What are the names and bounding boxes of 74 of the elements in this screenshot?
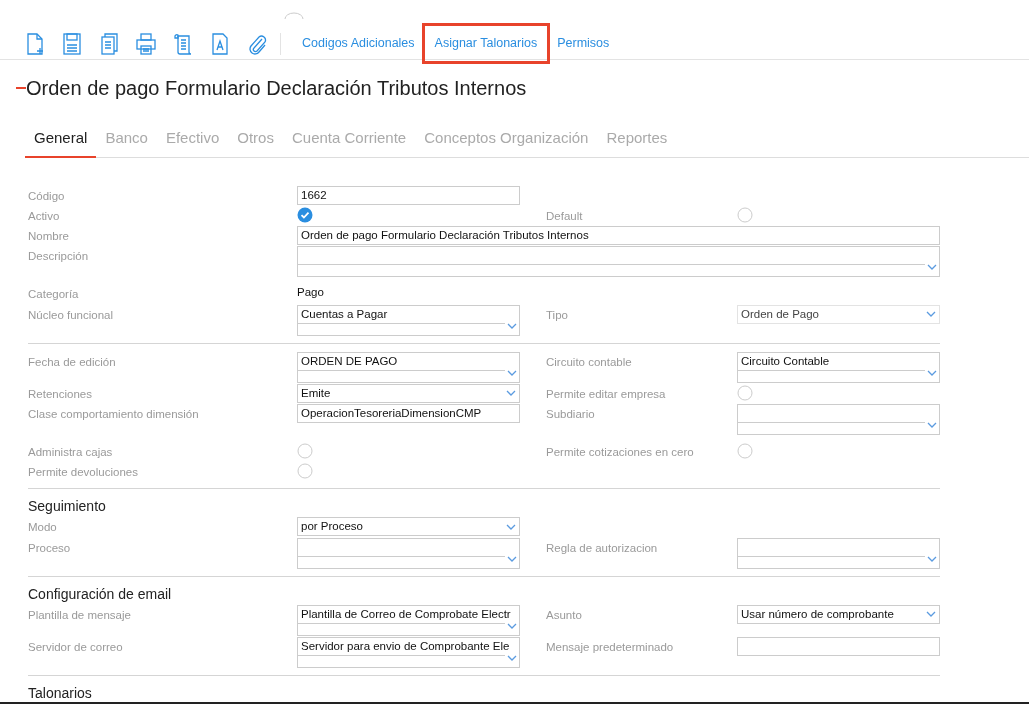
field-label: Tipo	[546, 307, 569, 323]
select-field[interactable]: por Proceso	[297, 517, 520, 537]
section-heading: Seguimiento	[28, 497, 107, 516]
checkbox[interactable]	[737, 442, 753, 459]
chevron-down-icon	[507, 622, 517, 629]
checkbox[interactable]	[297, 442, 313, 459]
checkbox[interactable]	[737, 206, 753, 223]
dropdown-field[interactable]: Plantilla de Correo de Comprobate Electr	[297, 604, 520, 636]
print-icon[interactable]	[136, 32, 156, 55]
field-label: Mensaje predeterminado	[546, 639, 675, 655]
new-document-icon[interactable]	[25, 32, 45, 55]
section-heading: Talonarios	[28, 683, 93, 702]
chevron-down-icon	[926, 311, 936, 317]
dropdown-field[interactable]	[297, 246, 940, 278]
arc-icon	[284, 12, 304, 20]
save-icon[interactable]	[62, 32, 82, 55]
field-label: Servidor de correo	[28, 639, 124, 655]
letter-document-icon[interactable]	[210, 32, 230, 55]
select-field[interactable]: Usar número de comprobante	[737, 604, 940, 624]
chevron-down-icon	[506, 523, 516, 530]
chevron-down-icon	[507, 369, 517, 376]
field-label: Subdiario	[546, 406, 596, 422]
chevron-down-icon	[506, 390, 516, 396]
dropdown-field[interactable]: Circuito Contable	[737, 351, 940, 383]
field-label: Circuito contable	[546, 354, 633, 370]
dropdown-field[interactable]: ORDEN DE PAGO	[297, 351, 520, 383]
page-title: Orden de pago Formulario Declaración Tributos Internos	[26, 76, 527, 101]
field-label: Asunto	[546, 607, 583, 623]
chevron-down-icon	[507, 555, 517, 562]
field-label: Permite cotizaciones en cero	[546, 444, 695, 460]
checkbox[interactable]	[297, 206, 313, 223]
field-label: Plantilla de mensaje	[28, 607, 132, 623]
checkbox[interactable]	[737, 384, 753, 401]
field-label: Núcleo funcional	[28, 307, 115, 323]
text-field[interactable]: 1662	[297, 185, 520, 205]
documents-icon[interactable]	[99, 32, 119, 55]
field-label: Permite editar empresa	[546, 386, 667, 402]
toolbar-link[interactable]: Asignar Talonarios	[421, 23, 551, 64]
paperclip-icon[interactable]	[247, 32, 267, 55]
chevron-down-icon	[927, 555, 937, 562]
dropdown-field[interactable]	[737, 537, 940, 569]
field-label: Código	[28, 188, 66, 204]
chevron-down-icon	[507, 654, 517, 661]
dropdown-field[interactable]	[297, 537, 520, 569]
field-label: Nombre	[28, 229, 70, 244]
text-field[interactable]	[737, 636, 940, 656]
field-label: Activo	[28, 208, 61, 224]
field-label: Clase comportamiento dimensión	[28, 406, 200, 422]
field-label: Permite devoluciones	[28, 465, 139, 480]
checkbox[interactable]	[297, 463, 313, 479]
field-label: Regla de autorizacion	[546, 540, 659, 556]
field-label: Proceso	[28, 540, 72, 556]
chevron-down-icon	[927, 369, 937, 376]
dropdown-field[interactable]	[737, 403, 940, 435]
chevron-down-icon	[507, 322, 517, 329]
chevron-down-icon	[927, 421, 937, 428]
chevron-down-icon	[926, 611, 936, 617]
field-label: Default	[546, 208, 584, 224]
section-heading: Configuración de email	[28, 584, 173, 603]
field-label: Descripción	[28, 249, 90, 265]
scroll-icon[interactable]	[173, 32, 193, 55]
field-label: Administra cajas	[28, 444, 114, 460]
dropdown-field[interactable]: Cuentas a Pagar	[297, 304, 520, 336]
field-label: Modo	[28, 520, 58, 536]
dropdown-field[interactable]: Servidor para envio de Comprobante Ele	[297, 636, 520, 668]
field-label: Retenciones	[28, 386, 93, 402]
text-field[interactable]: OperacionTesoreriaDimensionCMP	[297, 403, 520, 423]
select-field[interactable]: Emite	[297, 383, 520, 403]
text-field[interactable]: Orden de pago Formulario Declaración Tributos Internos	[297, 226, 940, 245]
chevron-down-icon	[927, 264, 937, 271]
tab[interactable]: General	[25, 121, 97, 158]
field-label: Fecha de edición	[28, 354, 117, 370]
field-label: Categoría	[28, 287, 80, 303]
field-value: Pago	[297, 285, 325, 301]
